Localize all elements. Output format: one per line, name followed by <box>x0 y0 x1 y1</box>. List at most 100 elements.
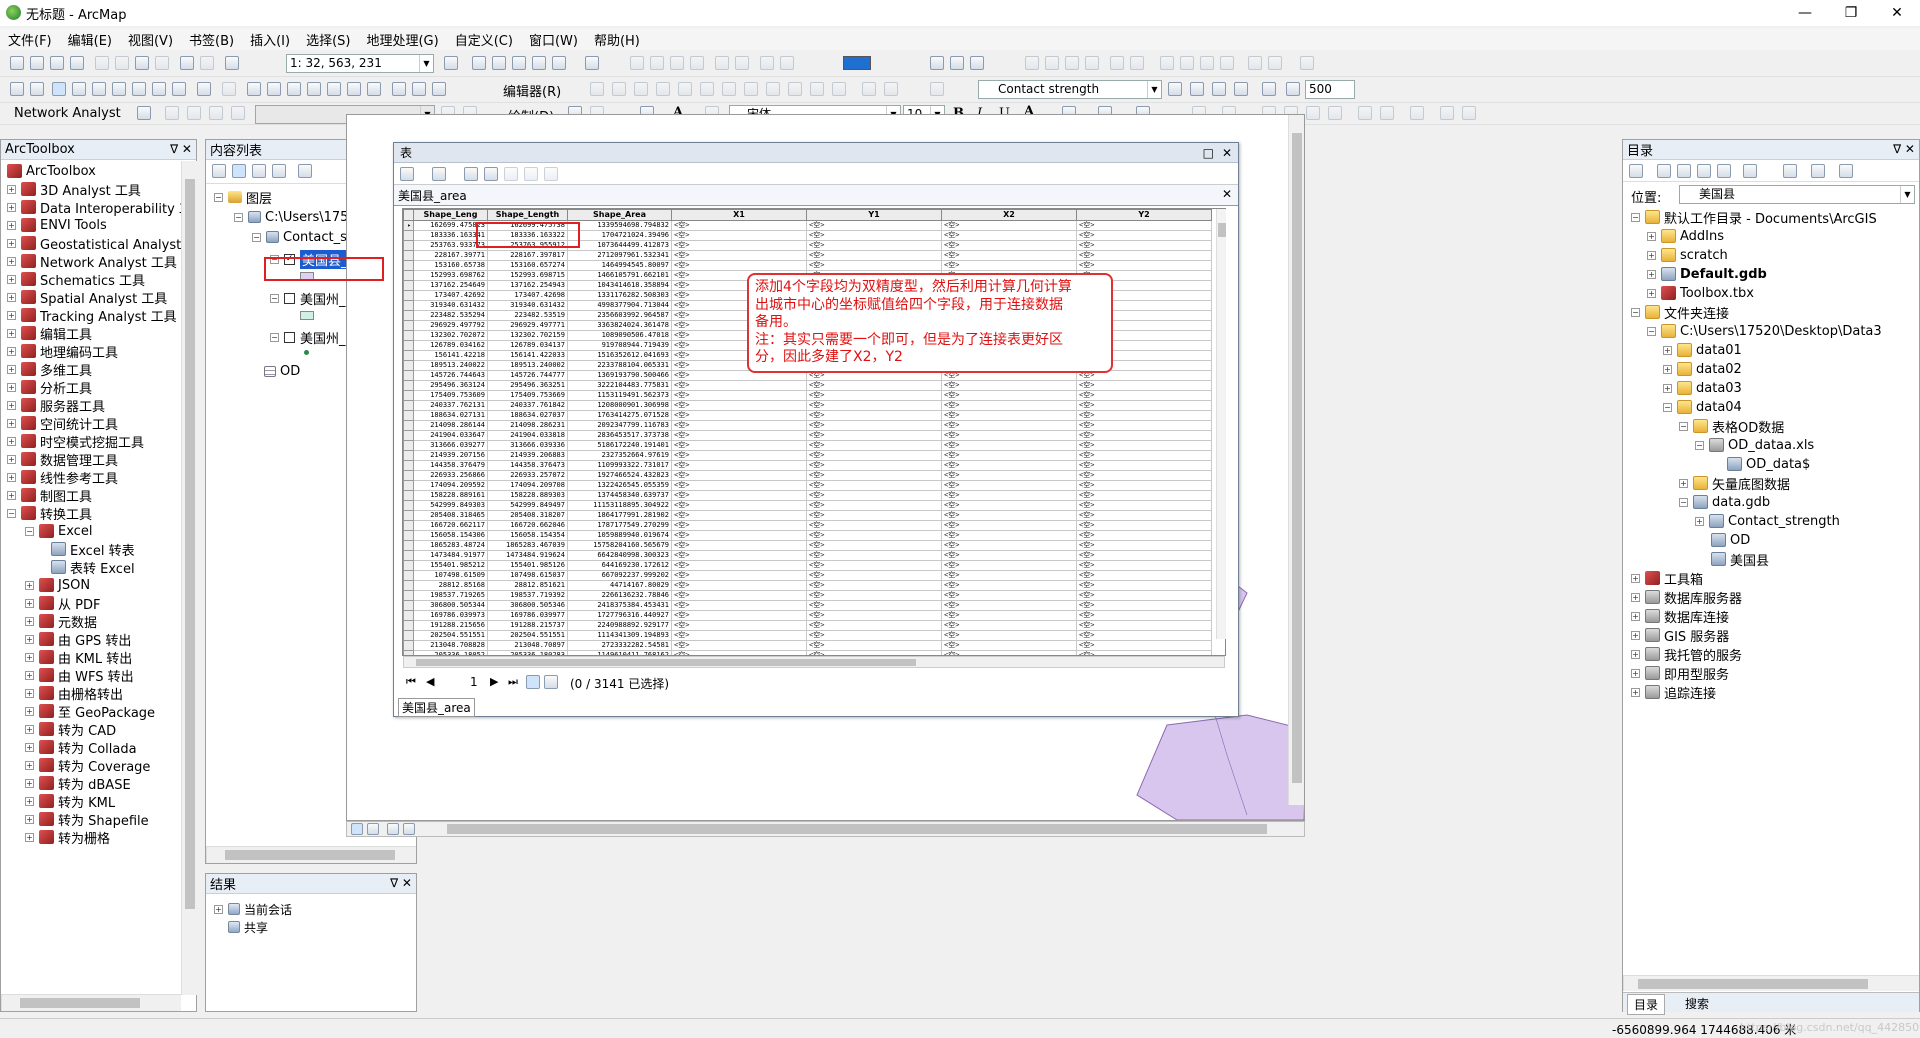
row-selector[interactable] <box>403 350 414 361</box>
table-cell[interactable]: 155401.985126 <box>487 560 568 571</box>
table-cell[interactable]: 144358.376479 <box>413 460 488 471</box>
table-cell-null[interactable]: <空> <box>941 420 1077 431</box>
table-cell-null[interactable]: <空> <box>941 570 1077 581</box>
expand-icon[interactable]: + <box>1631 592 1640 602</box>
time-slider-icon[interactable] <box>412 82 426 96</box>
table-row[interactable]: 295496.363124 295496.363251 3222104483.775… <box>403 380 1212 391</box>
toolset-item[interactable]: + JSON <box>25 576 90 594</box>
catalog-tab[interactable]: 目录 <box>1627 994 1666 1015</box>
table-cell[interactable]: 667092237.999202 <box>567 570 672 581</box>
row-selector[interactable] <box>403 560 414 571</box>
edit-tool-8-icon[interactable] <box>744 82 758 96</box>
table-cell-null[interactable]: <空> <box>1076 380 1212 391</box>
catalog-other-item[interactable]: + 数据库连接 <box>1631 607 1729 626</box>
table-cell-null[interactable]: <空> <box>1076 230 1212 241</box>
table-cell[interactable]: 1473484.91977 <box>413 550 488 561</box>
collapse-icon[interactable]: − <box>7 508 16 518</box>
menu-item-0[interactable]: 文件(F) <box>0 30 60 49</box>
table-cell-null[interactable]: <空> <box>671 380 807 391</box>
toolbox-item[interactable]: − 转换工具 <box>7 504 92 523</box>
row-selector[interactable] <box>403 340 414 351</box>
expand-icon[interactable]: + <box>7 454 16 464</box>
effects-tool-3-icon[interactable] <box>1212 82 1226 96</box>
effects-tool-5-icon[interactable] <box>1262 82 1276 96</box>
point-symbol-swatch[interactable] <box>304 350 309 355</box>
table-cell[interactable]: 1865283.467039 <box>487 540 568 551</box>
catalog-data-folder[interactable]: + data03 <box>1663 379 1742 397</box>
expand-icon[interactable]: + <box>25 742 34 752</box>
table-cell[interactable]: 319340.631432 <box>413 300 488 311</box>
table-cell-null[interactable]: <空> <box>941 400 1077 411</box>
table-cell-null[interactable]: <空> <box>671 460 807 471</box>
table-cell[interactable]: 173407.42692 <box>413 290 488 301</box>
topology-tool-10-icon[interactable] <box>1220 56 1234 70</box>
row-selector[interactable] <box>403 440 414 451</box>
catalog-home[interactable]: − 默认工作目录 - Documents\ArcGIS <box>1631 208 1877 227</box>
row-selector[interactable] <box>403 620 414 631</box>
table-cell[interactable]: 145726.744777 <box>487 370 568 381</box>
expand-icon[interactable]: + <box>1663 383 1672 393</box>
toolset-item[interactable]: 表转 Excel <box>51 558 135 577</box>
table-cell[interactable]: 213048.70897 <box>487 640 568 651</box>
arctoolbox-vscroll[interactable] <box>181 161 197 995</box>
table-cell[interactable]: 174094.209708 <box>487 480 568 491</box>
table-cell-null[interactable]: <空> <box>806 450 942 461</box>
table-cell-null[interactable]: <空> <box>941 480 1077 491</box>
clear-selection-icon[interactable] <box>222 82 236 96</box>
catalog-data-folder[interactable]: + data02 <box>1663 360 1742 378</box>
collapse-icon[interactable]: − <box>270 332 279 342</box>
layout-tool-12-icon[interactable] <box>1410 106 1424 120</box>
table-cell[interactable]: 5186172240.191401 <box>567 440 672 451</box>
menu-item-2[interactable]: 视图(V) <box>120 30 181 49</box>
catalog-other-item[interactable]: + 我托管的服务 <box>1631 645 1742 664</box>
current-record-field[interactable]: 1 <box>470 675 478 689</box>
georef-tool-6-icon[interactable] <box>735 56 749 70</box>
expand-icon[interactable]: + <box>7 292 16 302</box>
expand-icon[interactable]: + <box>7 274 16 284</box>
row-selector[interactable] <box>403 300 414 311</box>
edit-tool-5-icon[interactable] <box>678 82 692 96</box>
results-current-session[interactable]: + 当前会话 <box>214 900 292 918</box>
edit-tool-4-icon[interactable] <box>656 82 670 96</box>
table-row[interactable]: 153160.65738 153160.657274 1464994545.8009… <box>403 260 1212 271</box>
table-cell-null[interactable]: <空> <box>1076 540 1212 551</box>
layout-tool-11-icon[interactable] <box>1380 106 1394 120</box>
table-cell[interactable]: 214939.207156 <box>413 450 488 461</box>
georef-tool-1-icon[interactable] <box>630 56 644 70</box>
expand-icon[interactable]: + <box>7 436 16 446</box>
table-row[interactable]: 306800.505344 306800.505346 2418375384.453… <box>403 600 1212 611</box>
layout-tool-14-icon[interactable] <box>1462 106 1476 120</box>
row-selector[interactable] <box>403 450 414 461</box>
table-cell-null[interactable]: <空> <box>806 610 942 621</box>
bottom-table-tab[interactable]: 美国县_area <box>398 698 475 717</box>
table-row[interactable]: 214098.286144 214098.286231 2092347799.116… <box>403 420 1212 431</box>
table-cell-null[interactable]: <空> <box>941 640 1077 651</box>
table-cell[interactable]: 166720.662046 <box>487 520 568 531</box>
table-cell-null[interactable]: <空> <box>1076 400 1212 411</box>
table-cell-null[interactable]: <空> <box>806 470 942 481</box>
table-cell[interactable]: 644169230.172612 <box>567 560 672 571</box>
toolbox-item[interactable]: + Network Analyst 工具 <box>7 252 177 271</box>
table-cell[interactable]: 542999.849303 <box>413 500 488 511</box>
zoom-in-icon[interactable] <box>10 82 24 96</box>
georef-tool-2-icon[interactable] <box>650 56 664 70</box>
layout-tool-10-icon[interactable] <box>1358 106 1372 120</box>
table-row[interactable]: 174094.209592 174094.209708 1322426545.055… <box>403 480 1212 491</box>
effects-tool-1-icon[interactable] <box>1168 82 1182 96</box>
table-cell-null[interactable]: <空> <box>671 230 807 241</box>
expand-icon[interactable]: + <box>1679 478 1688 488</box>
map-hscroll-thumb[interactable] <box>447 824 1267 834</box>
table-cell-null[interactable]: <空> <box>806 530 942 541</box>
table-cell-null[interactable]: <空> <box>806 550 942 561</box>
table-cell[interactable]: 1787177549.270299 <box>567 520 672 531</box>
map-vscroll[interactable] <box>1288 115 1304 805</box>
full-extent-icon[interactable] <box>72 82 86 96</box>
expand-icon[interactable]: + <box>7 310 16 320</box>
table-cell[interactable]: 1331176282.508303 <box>567 290 672 301</box>
table-cell-null[interactable]: <空> <box>941 520 1077 531</box>
table-cell[interactable]: 145726.744643 <box>413 370 488 381</box>
table-cell-null[interactable]: <空> <box>806 240 942 251</box>
topology-tool-12-icon[interactable] <box>1268 56 1282 70</box>
layout-tool-3-icon[interactable] <box>970 56 984 70</box>
table-cell-null[interactable]: <空> <box>671 620 807 631</box>
